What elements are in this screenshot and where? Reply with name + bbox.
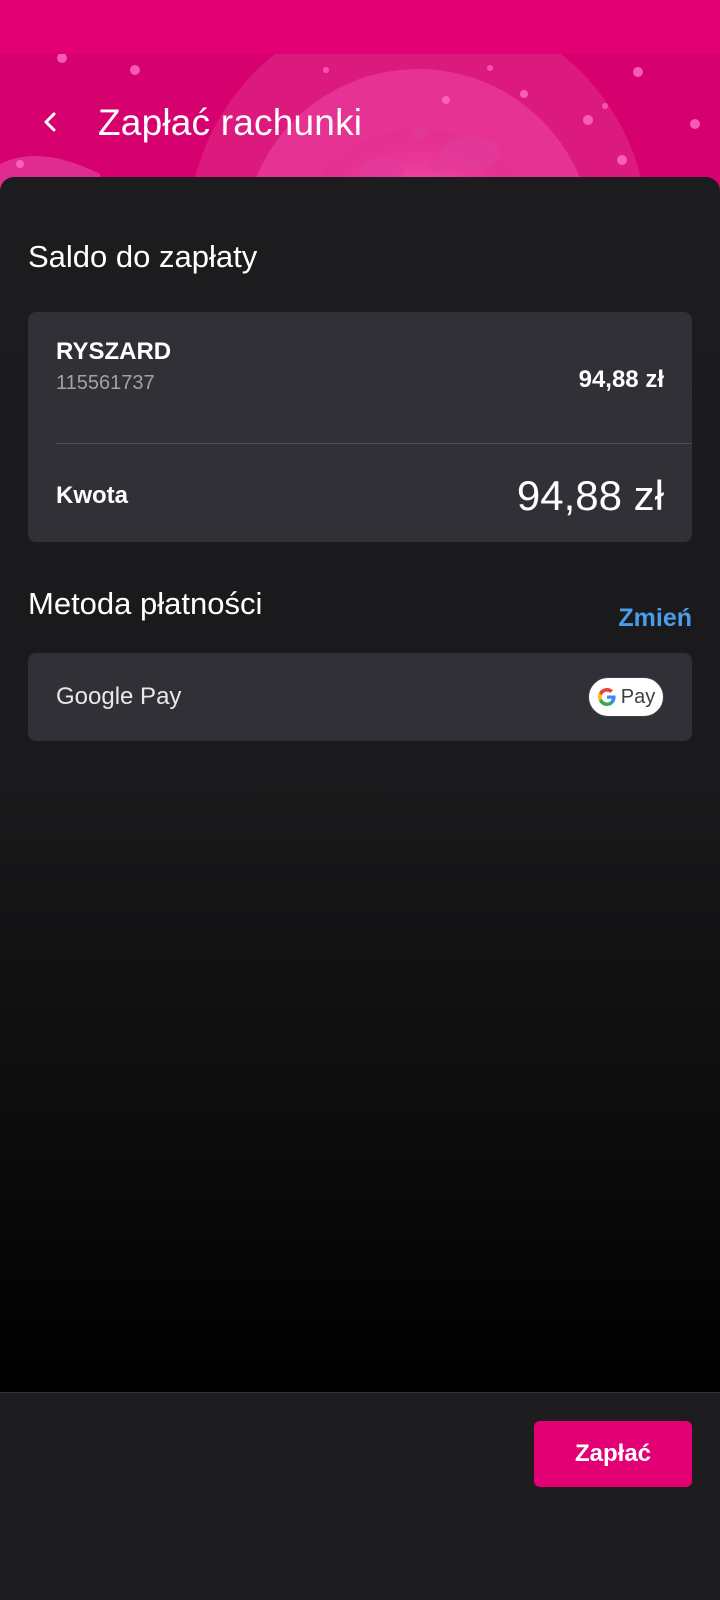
payment-method-label: Google Pay bbox=[56, 683, 182, 710]
total-value: 94,88 zł bbox=[516, 472, 664, 519]
back-button[interactable] bbox=[28, 100, 72, 144]
account-amount: 94,88 zł bbox=[578, 366, 664, 393]
payment-method-card[interactable]: Google Pay Pay bbox=[28, 653, 692, 741]
total-label: Kwota bbox=[56, 482, 128, 509]
pay-button[interactable]: Zapłać bbox=[534, 1421, 692, 1487]
account-name: RYSZARD bbox=[56, 338, 172, 365]
change-payment-method-link[interactable]: Zmień bbox=[618, 604, 692, 633]
chevron-left-icon bbox=[44, 112, 56, 132]
google-pay-text: Pay bbox=[620, 685, 656, 708]
divider bbox=[56, 443, 692, 444]
content-sheet: Saldo do zapłaty RYSZARD 115561737 94,88… bbox=[0, 177, 720, 1392]
pay-bills-screen: Zapłać rachunki Saldo do zapłaty RYSZARD… bbox=[0, 0, 720, 1600]
page-title: Zapłać rachunki bbox=[98, 102, 363, 143]
status-bar bbox=[0, 0, 720, 54]
account-number: 115561737 bbox=[56, 372, 155, 394]
balance-card: RYSZARD 115561737 94,88 zł Kwota 94,88 z… bbox=[28, 312, 692, 542]
google-g-icon bbox=[597, 688, 616, 706]
google-pay-badge: Pay bbox=[588, 677, 664, 717]
payment-method-section-title: Metoda płatności bbox=[28, 586, 263, 621]
balance-section-title: Saldo do zapłaty bbox=[28, 239, 258, 274]
bottom-bar: Zapłać bbox=[0, 1392, 720, 1600]
